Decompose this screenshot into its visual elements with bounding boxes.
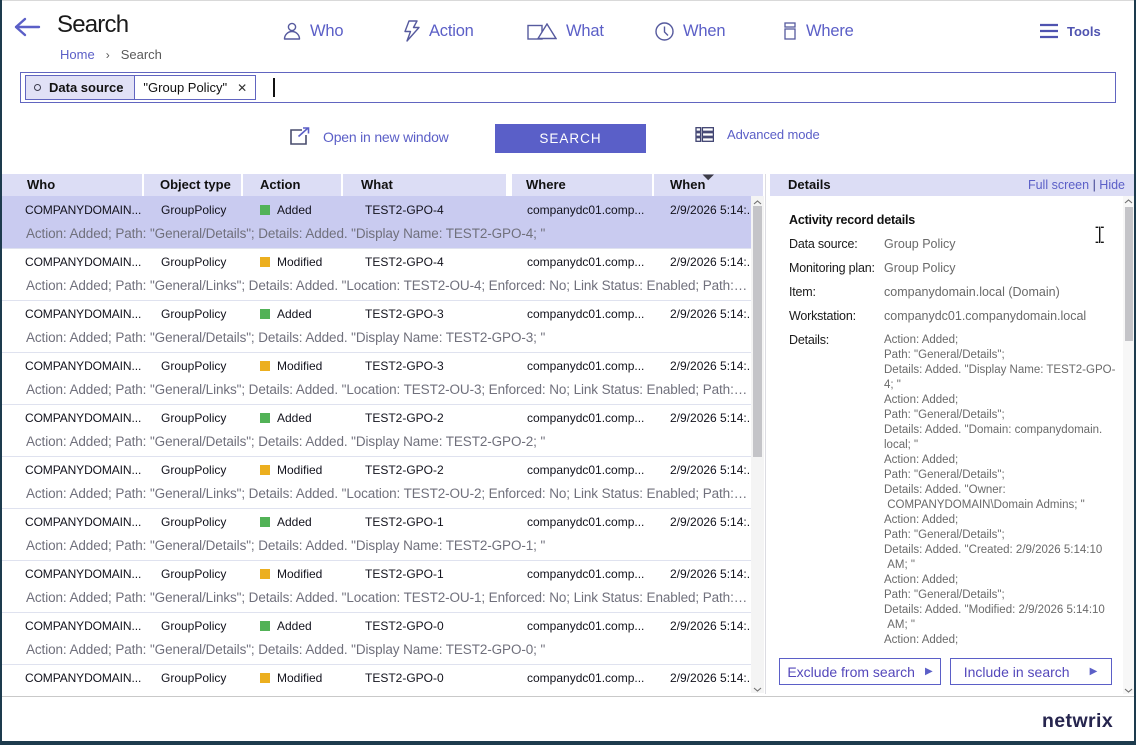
svg-text:netwrix: netwrix [1042,710,1113,732]
